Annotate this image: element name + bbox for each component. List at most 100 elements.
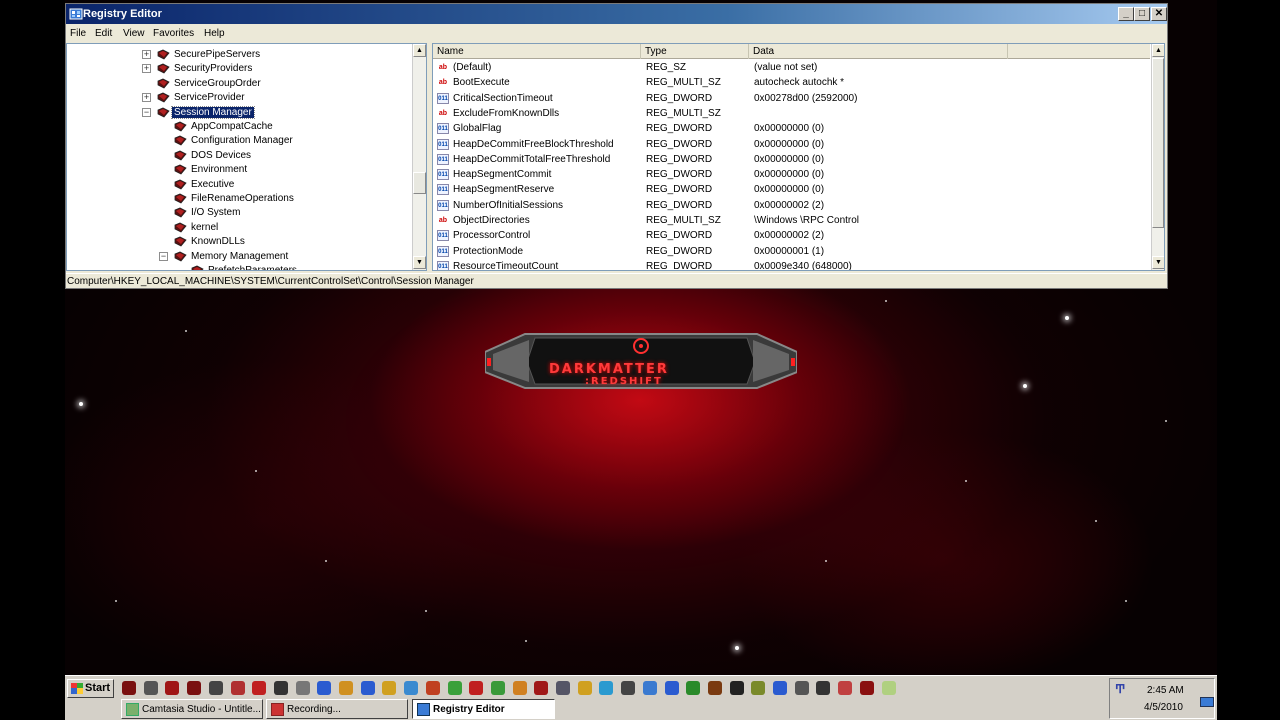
maximize-button[interactable]: □ [1134, 7, 1150, 21]
task-registry-editor[interactable]: Registry Editor [412, 699, 555, 719]
expand-icon[interactable]: + [142, 93, 151, 103]
tree-node-label[interactable]: FileRenameOperations [189, 193, 296, 204]
quick-launch-icon[interactable] [577, 681, 592, 695]
tray-app-icon[interactable]: Ͳ [1115, 682, 1125, 696]
values-list-pane[interactable]: Name Type Data ab (Default) REG_SZ (value n… [432, 43, 1165, 271]
value-row[interactable]: 011 GlobalFlag REG_DWORD 0x00000000 (0) [433, 121, 1150, 136]
tree-node[interactable]: I/O System [67, 206, 411, 220]
tree-node[interactable]: Environment [67, 163, 411, 177]
value-row[interactable]: ab ExcludeFromKnownDlls REG_MULTI_SZ [433, 106, 1150, 121]
quick-launch-icon[interactable] [165, 681, 180, 695]
list-scrollbar[interactable]: ▲ ▼ [1151, 44, 1164, 270]
clock-date[interactable]: 4/5/2010 [1144, 702, 1183, 713]
close-button[interactable]: ✕ [1151, 7, 1167, 21]
menu-help[interactable]: Help [204, 28, 225, 39]
column-header-name[interactable]: Name [433, 44, 641, 59]
value-row[interactable]: 011 NumberOfInitialSessions REG_DWORD 0x000… [433, 198, 1150, 213]
tree-node-label[interactable]: Configuration Manager [189, 135, 295, 146]
clock-time[interactable]: 2:45 AM [1147, 685, 1184, 696]
quick-launch-icon[interactable] [382, 681, 397, 695]
scroll-down-button[interactable]: ▼ [413, 256, 426, 269]
scroll-up-button[interactable]: ▲ [413, 44, 426, 57]
quick-launch-icon[interactable] [295, 681, 310, 695]
quick-launch-icon[interactable] [187, 681, 202, 695]
value-row[interactable]: 011 HeapSegmentReserve REG_DWORD 0x00000000… [433, 182, 1150, 197]
quick-launch-icon[interactable] [621, 681, 636, 695]
quick-launch-icon[interactable] [751, 681, 766, 695]
tree-node[interactable]: Configuration Manager [67, 134, 411, 148]
menu-file[interactable]: File [70, 28, 86, 39]
minimize-button[interactable]: _ [1118, 7, 1134, 21]
quick-launch-icon[interactable] [208, 681, 223, 695]
tree-node-label[interactable]: Session Manager [171, 105, 255, 119]
quick-launch-icon[interactable] [556, 681, 570, 695]
tree-node-label[interactable]: KnownDLLs [189, 236, 247, 247]
quick-launch-icon[interactable] [773, 681, 787, 695]
quick-launch-icon[interactable] [447, 681, 462, 695]
tree-node[interactable]: − Memory Management [67, 250, 411, 264]
tree-node-label[interactable]: PrefetchParameters [206, 265, 299, 270]
tree-node-label[interactable]: DOS Devices [189, 150, 253, 161]
tree-scrollbar[interactable]: ▲ ▼ [412, 44, 426, 270]
task-camtasia[interactable]: Camtasia Studio - Untitle... [121, 699, 263, 719]
tree-node-label[interactable]: Memory Management [189, 251, 290, 262]
menu-view[interactable]: View [123, 28, 145, 39]
quick-launch-icon[interactable] [490, 681, 505, 695]
quick-launch-icon[interactable] [425, 681, 440, 695]
title-bar[interactable]: Registry Editor _ □ ✕ [66, 4, 1167, 24]
quick-launch-icon[interactable] [469, 681, 484, 695]
value-row[interactable]: 011 HeapSegmentCommit REG_DWORD 0x00000000 … [433, 167, 1150, 182]
menu-edit[interactable]: Edit [95, 28, 112, 39]
tree-node-label[interactable]: ServiceProvider [172, 92, 247, 103]
scroll-thumb[interactable] [1152, 58, 1164, 228]
quick-launch-icon[interactable] [686, 681, 701, 695]
quick-launch-icon[interactable] [512, 681, 527, 695]
tree-node[interactable]: AppCompatCache [67, 120, 411, 134]
expand-icon[interactable]: + [142, 64, 151, 74]
scroll-thumb[interactable] [413, 172, 426, 194]
value-row[interactable]: ab ObjectDirectories REG_MULTI_SZ \Windows … [433, 213, 1150, 228]
tree-node[interactable]: + SecurityProviders [67, 62, 411, 76]
value-row[interactable]: 011 ProcessorControl REG_DWORD 0x00000002 (… [433, 228, 1150, 243]
collapse-icon[interactable]: − [142, 107, 151, 117]
tree-node-label[interactable]: kernel [189, 222, 220, 233]
quick-launch-icon[interactable] [816, 681, 831, 695]
collapse-icon[interactable]: − [159, 251, 168, 261]
column-header-type[interactable]: Type [641, 44, 749, 59]
tree-node[interactable]: ServiceGroupOrder [67, 77, 411, 91]
value-row[interactable]: 011 ProtectionMode REG_DWORD 0x00000001 (1) [433, 244, 1150, 259]
value-row[interactable]: 011 ResourceTimeoutCount REG_DWORD 0x0009e3… [433, 259, 1150, 270]
expand-icon[interactable]: + [142, 50, 151, 59]
quick-launch-icon[interactable] [317, 681, 332, 695]
tree-node-label[interactable]: SecurityProviders [172, 63, 254, 74]
tree-node-label[interactable]: I/O System [189, 207, 242, 218]
quick-launch-icon[interactable] [642, 681, 657, 695]
quick-launch-icon[interactable] [404, 681, 419, 695]
tree-node[interactable]: kernel [67, 221, 411, 235]
quick-launch-icon[interactable] [881, 681, 896, 695]
tree-node[interactable]: FileRenameOperations [67, 192, 411, 206]
quick-launch-icon[interactable] [360, 681, 375, 695]
quick-launch-icon[interactable] [794, 681, 809, 695]
column-header-data[interactable]: Data [749, 44, 1008, 59]
network-icon[interactable] [1200, 697, 1214, 707]
value-row[interactable]: ab (Default) REG_SZ (value not set) [433, 60, 1150, 75]
task-recording[interactable]: Recording... [266, 699, 408, 719]
tree-node[interactable]: + SecurePipeServers [67, 48, 411, 62]
quick-launch-icon[interactable] [230, 681, 245, 695]
quick-launch-icon[interactable] [534, 681, 549, 695]
scroll-up-button[interactable]: ▲ [1152, 44, 1164, 57]
value-row[interactable]: 011 HeapDeCommitFreeBlockThreshold REG_DWO… [433, 137, 1150, 152]
quick-launch-icon[interactable] [273, 681, 288, 695]
start-button[interactable]: Start [67, 679, 114, 698]
tree-node-label[interactable]: AppCompatCache [189, 121, 275, 132]
value-row[interactable]: 011 HeapDeCommitTotalFreeThreshold REG_DWO… [433, 152, 1150, 167]
tree-node-label[interactable]: Executive [189, 179, 236, 190]
value-row[interactable]: ab BootExecute REG_MULTI_SZ autocheck autoc… [433, 75, 1150, 90]
tree-node-label[interactable]: ServiceGroupOrder [172, 78, 263, 89]
quick-launch-icon[interactable] [838, 681, 853, 695]
tree-node[interactable]: + ServiceProvider [67, 91, 411, 105]
quick-launch-icon[interactable] [339, 681, 353, 695]
key-tree-pane[interactable]: ▲ ▼ + SecurePipeServers + SecurityProviders… [66, 43, 427, 271]
scroll-down-button[interactable]: ▼ [1152, 256, 1164, 269]
